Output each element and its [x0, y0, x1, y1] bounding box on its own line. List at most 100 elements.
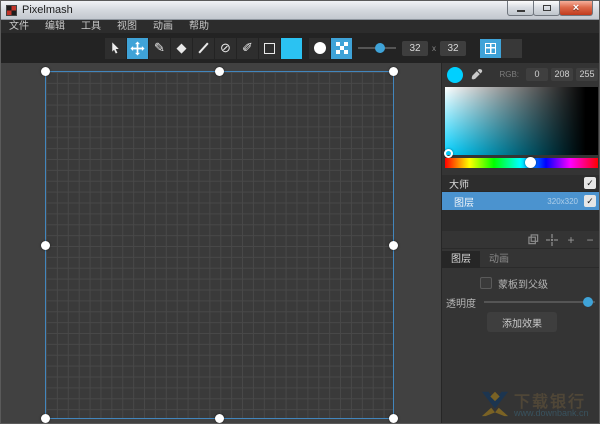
cursor-icon — [112, 42, 119, 54]
toolbar: ✎ ◆ ⊘ ✐ 32 x 32 — [1, 33, 599, 63]
green-value-field[interactable]: 208 — [551, 68, 573, 81]
workspace — [1, 63, 441, 423]
move-icon — [130, 40, 145, 56]
rectangle-tool-button[interactable] — [259, 37, 280, 59]
eraser-icon: ◆ — [176, 40, 187, 55]
selection-handle[interactable] — [41, 414, 50, 423]
pixelmash-window: Pixelmash × 文件 编辑 工具 视图 动画 帮助 ✎ ◆ ⊘ ✐ 32… — [0, 0, 600, 424]
add-effect-button[interactable]: 添加效果 — [487, 312, 557, 332]
brush-icon: ✐ — [242, 40, 253, 55]
minimize-button[interactable] — [507, 1, 534, 16]
rgb-label: RGB: — [499, 70, 519, 79]
menu-file[interactable]: 文件 — [1, 20, 37, 33]
red-value-field[interactable]: 0 — [526, 68, 548, 81]
menu-tools[interactable]: 工具 — [73, 20, 109, 33]
pattern-brush-button[interactable] — [331, 37, 352, 59]
selection-handle[interactable] — [215, 67, 224, 76]
tool-group: ✎ ◆ ⊘ ✐ 32 x 32 — [105, 37, 522, 59]
grid-off-button[interactable] — [501, 38, 522, 58]
layer-list: 大师 ✓ 图层 320x320 ✓ — [442, 175, 599, 231]
canvas-width-field[interactable]: 32 — [402, 40, 428, 56]
close-button[interactable]: × — [559, 1, 593, 16]
pencil-tool-button[interactable]: ✎ — [149, 37, 170, 59]
maximize-button[interactable] — [533, 1, 560, 16]
grid-on-button[interactable] — [480, 38, 501, 58]
mask-to-parent-checkbox[interactable] — [480, 277, 492, 289]
brush-tool-button[interactable]: ✐ — [237, 37, 258, 59]
layer-visibility-checkbox[interactable]: ✓ — [584, 195, 596, 207]
downbank-logo-icon — [481, 391, 509, 417]
layer-visibility-checkbox[interactable]: ✓ — [584, 177, 596, 189]
layer-size-label: 320x320 — [547, 196, 578, 206]
hue-slider[interactable] — [445, 157, 598, 168]
selection-handle[interactable] — [389, 240, 398, 250]
watermark: 下载银行 www.downbank.cn — [480, 387, 599, 423]
opacity-slider-thumb[interactable] — [583, 297, 593, 307]
color-value-row: RGB: 0 208 255 — [447, 65, 598, 84]
title-bar: Pixelmash × — [1, 1, 599, 20]
selection-handle[interactable] — [41, 67, 50, 76]
opacity-slider[interactable] — [484, 295, 595, 309]
menu-help[interactable]: 帮助 — [181, 20, 217, 33]
layer-actions-row: + − — [442, 231, 599, 249]
select-tool-button[interactable] — [105, 37, 126, 59]
menu-animation[interactable]: 动画 — [145, 20, 181, 33]
canvas-height-field[interactable]: 32 — [440, 40, 466, 56]
eyedropper-icon — [471, 68, 483, 80]
window-controls: × — [507, 1, 593, 16]
mask-to-parent-label: 蒙板到父级 — [498, 279, 548, 291]
tab-layer[interactable]: 图层 — [442, 251, 480, 268]
current-color-well[interactable] — [447, 66, 463, 83]
shade-tool-button[interactable]: ⊘ — [215, 37, 236, 59]
mask-to-parent-row: 蒙板到父级 — [442, 276, 599, 291]
pencil-icon: ✎ — [154, 40, 165, 55]
hue-slider-thumb[interactable] — [524, 157, 536, 168]
slider-thumb[interactable] — [375, 43, 386, 53]
remove-layer-button[interactable]: − — [582, 233, 598, 247]
blue-value-field[interactable]: 255 — [576, 68, 598, 81]
crosshair-icon — [546, 233, 558, 246]
app-icon — [6, 4, 17, 16]
selection-handle[interactable] — [215, 414, 224, 423]
master-layer-row[interactable]: 大师 ✓ — [442, 175, 599, 192]
duplicate-layer-button[interactable] — [525, 234, 541, 245]
grid-icon — [485, 42, 496, 54]
minus-icon: − — [586, 232, 594, 247]
sv-picker-thumb[interactable] — [444, 149, 453, 158]
line-icon — [198, 42, 209, 54]
plus-icon: + — [567, 232, 575, 247]
move-tool-button[interactable] — [127, 37, 148, 59]
inspector-tabs: 图层 动画 — [442, 251, 599, 268]
tab-animation[interactable]: 动画 — [480, 251, 518, 268]
menu-view[interactable]: 视图 — [109, 20, 145, 33]
color-swatch-button[interactable] — [281, 37, 302, 59]
minimize-icon — [516, 9, 525, 12]
selection-handle[interactable] — [41, 240, 50, 250]
right-panel: RGB: 0 208 255 大师 ✓ 图层 320x320 ✓ + − 图层 … — [441, 63, 599, 423]
window-title: Pixelmash — [22, 4, 73, 16]
layer-name: 大师 — [449, 179, 469, 191]
round-brush-icon — [313, 42, 326, 54]
duplicate-icon — [527, 234, 538, 245]
pixel-canvas[interactable] — [41, 67, 398, 423]
brush-size-slider[interactable] — [358, 41, 396, 55]
round-brush-button[interactable] — [309, 37, 330, 59]
selection-handle[interactable] — [389, 414, 398, 423]
opacity-label: 透明度 — [446, 298, 476, 310]
layer-name: 图层 — [454, 197, 474, 209]
eraser-tool-button[interactable]: ◆ — [171, 37, 192, 59]
layer-row-selected[interactable]: 图层 320x320 ✓ — [442, 192, 599, 210]
menu-edit[interactable]: 编辑 — [37, 20, 73, 33]
check-icon: ✓ — [586, 177, 594, 188]
add-layer-button[interactable]: + — [563, 233, 579, 247]
eyedropper-button[interactable] — [470, 68, 483, 81]
check-icon: ✓ — [586, 195, 594, 206]
line-tool-button[interactable] — [193, 37, 214, 59]
selection-handle[interactable] — [389, 67, 398, 76]
watermark-url: www.downbank.cn — [514, 408, 589, 418]
saturation-value-picker[interactable] — [444, 87, 598, 158]
opacity-row: 透明度 — [446, 295, 595, 310]
center-layer-button[interactable] — [544, 233, 560, 246]
opacity-slider-track — [484, 301, 595, 303]
dither-pattern-icon — [335, 42, 348, 54]
